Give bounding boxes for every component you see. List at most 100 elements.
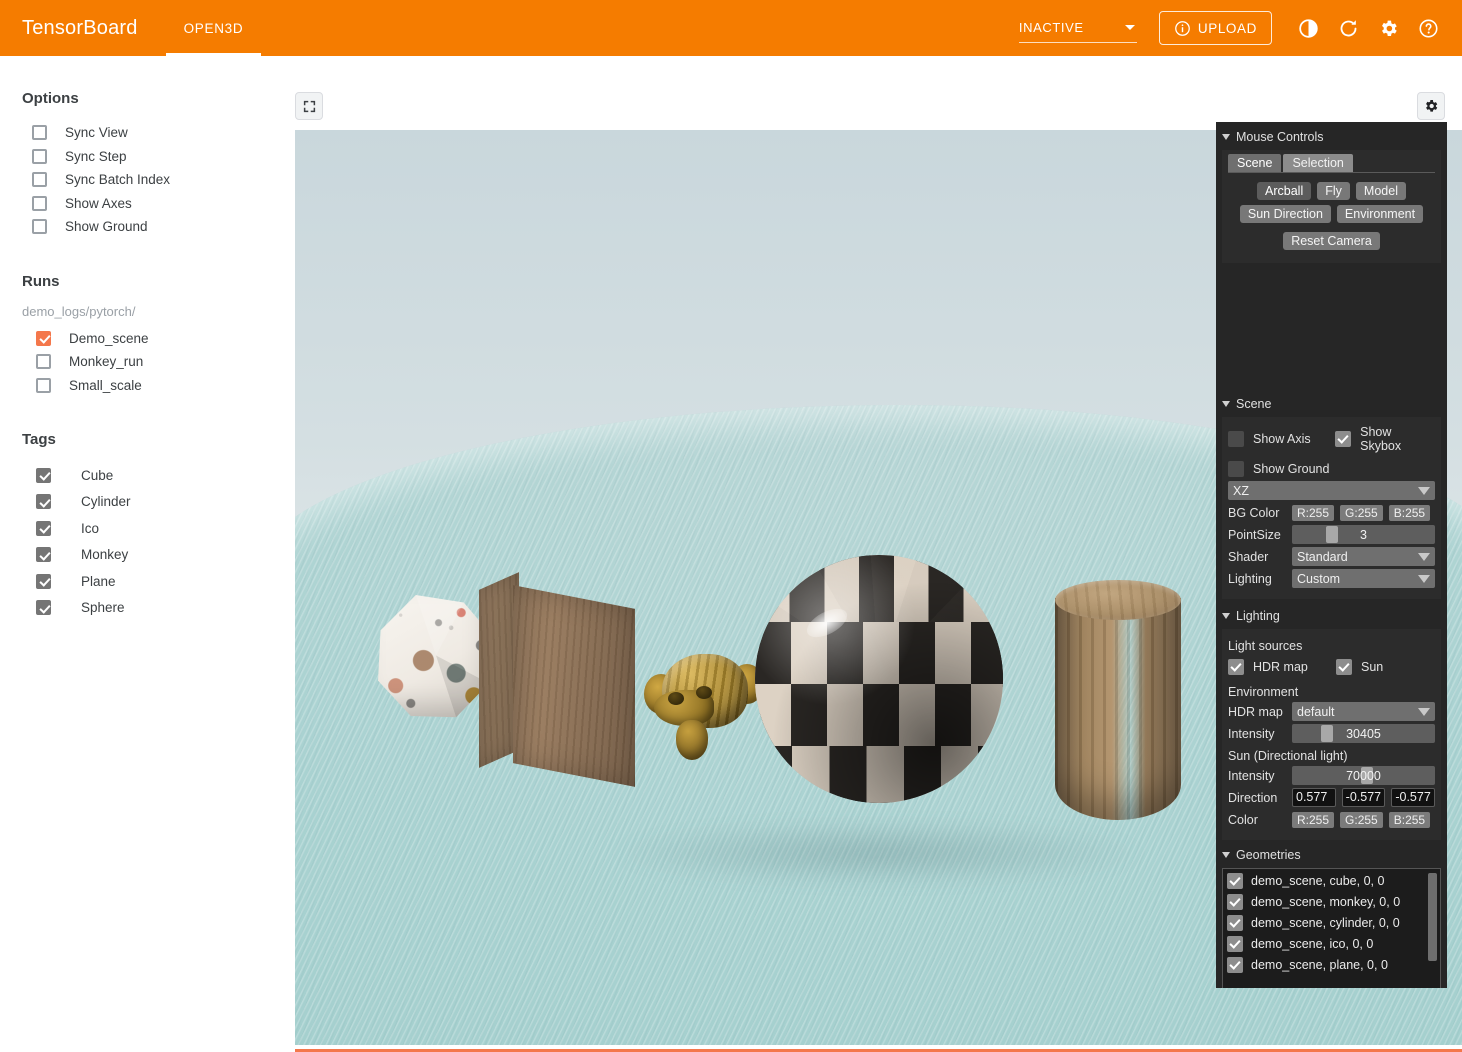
checkbox-geometry-monkey[interactable]: [1227, 894, 1243, 910]
checkbox-geometry-cube[interactable]: [1227, 873, 1243, 889]
geometry-list-item-ico[interactable]: demo_scene, ico, 0, 0: [1227, 936, 1440, 952]
geometry-cube[interactable]: [479, 565, 645, 787]
collapse-triangle-icon: [1222, 401, 1230, 407]
viewer-settings-button[interactable]: [1417, 92, 1445, 120]
ground-plane-dropdown[interactable]: XZ: [1228, 481, 1435, 500]
tag-item-cube[interactable]: Cube: [36, 462, 280, 489]
checkbox-tag-cylinder[interactable]: [36, 494, 51, 510]
toggle-show-axis[interactable]: Show Axis: [1228, 431, 1335, 447]
run-status-dropdown[interactable]: INACTIVE: [1018, 13, 1137, 43]
sun-color-r-field[interactable]: R:255: [1292, 811, 1335, 828]
geometry-list-item-cube[interactable]: demo_scene, cube, 0, 0: [1227, 873, 1440, 889]
geometry-list-item-plane[interactable]: demo_scene, plane, 0, 0: [1227, 957, 1440, 973]
nav-mode-arcball-button[interactable]: Arcball: [1257, 182, 1312, 200]
section-header-lighting[interactable]: Lighting: [1222, 607, 1447, 625]
point-size-slider[interactable]: 3: [1292, 525, 1435, 544]
brightness-toggle-button[interactable]: [1288, 8, 1328, 48]
checkbox-run-monkey-run[interactable]: [36, 354, 51, 370]
checkbox-run-small-scale[interactable]: [36, 377, 51, 393]
light-mode-environment-button[interactable]: Environment: [1336, 205, 1424, 223]
tab-scene[interactable]: Scene: [1228, 154, 1282, 172]
tag-label: Cylinder: [81, 494, 131, 510]
checkbox-sun[interactable]: [1336, 659, 1352, 675]
nav-mode-fly-button[interactable]: Fly: [1317, 182, 1350, 200]
lighting-profile-dropdown[interactable]: Custom: [1292, 569, 1435, 588]
bg-color-r-field[interactable]: R:255: [1292, 504, 1335, 521]
checkbox-show-ground[interactable]: [32, 219, 47, 235]
geometry-item-label: demo_scene, monkey, 0, 0: [1251, 895, 1401, 909]
checkbox-show-ground[interactable]: [1228, 461, 1244, 477]
geometry-sphere-checker[interactable]: [755, 555, 1003, 803]
bg-color-b-field[interactable]: B:255: [1388, 504, 1431, 521]
section-header-mouse-controls[interactable]: Mouse Controls: [1222, 128, 1447, 146]
option-show-ground[interactable]: Show Ground: [32, 215, 280, 239]
geometry-list-item-monkey[interactable]: demo_scene, monkey, 0, 0: [1227, 894, 1440, 910]
checkbox-tag-ico[interactable]: [36, 520, 51, 536]
toggle-show-ground[interactable]: Show Ground: [1228, 461, 1435, 477]
sun-direction-z-field[interactable]: -0.577: [1391, 788, 1436, 807]
refresh-button[interactable]: [1328, 8, 1368, 48]
checkbox-tag-cube[interactable]: [36, 467, 51, 483]
checkbox-show-axes[interactable]: [32, 195, 47, 211]
option-sync-view[interactable]: Sync View: [32, 121, 280, 145]
checkbox-sync-view[interactable]: [32, 125, 47, 141]
tag-item-monkey[interactable]: Monkey: [36, 542, 280, 569]
checkbox-show-axis[interactable]: [1228, 431, 1244, 447]
tab-selection[interactable]: Selection: [1283, 154, 1353, 172]
checkbox-geometry-ico[interactable]: [1227, 936, 1243, 952]
checkbox-tag-monkey[interactable]: [36, 547, 51, 563]
geometry-monkey-suzanne[interactable]: [644, 640, 770, 770]
settings-button[interactable]: [1368, 8, 1408, 48]
geometries-list[interactable]: demo_scene, cube, 0, 0 demo_scene, monke…: [1222, 868, 1441, 988]
section-header-geometries[interactable]: Geometries: [1222, 846, 1447, 864]
checkbox-geometry-cylinder[interactable]: [1227, 915, 1243, 931]
help-button[interactable]: [1408, 8, 1448, 48]
geometries-scrollbar[interactable]: [1428, 873, 1437, 961]
hdr-map-dropdown[interactable]: default: [1292, 702, 1435, 721]
env-intensity-slider[interactable]: 30405: [1292, 724, 1435, 743]
checkbox-show-skybox[interactable]: [1335, 431, 1352, 447]
run-item-monkey-run[interactable]: Monkey_run: [36, 350, 280, 374]
option-label: Show Axes: [65, 195, 132, 211]
option-show-axes[interactable]: Show Axes: [32, 192, 280, 216]
tag-item-sphere[interactable]: Sphere: [36, 595, 280, 622]
checkbox-geometry-plane[interactable]: [1227, 957, 1243, 973]
light-mode-sun-direction-button[interactable]: Sun Direction: [1239, 205, 1331, 223]
checkbox-tag-plane[interactable]: [36, 573, 51, 589]
slider-thumb[interactable]: [1320, 725, 1333, 742]
checkbox-hdr-map[interactable]: [1228, 659, 1244, 675]
toggle-sun-light[interactable]: Sun: [1336, 659, 1383, 675]
slider-thumb[interactable]: [1326, 526, 1339, 543]
geometry-cylinder[interactable]: [1055, 580, 1181, 830]
toggle-show-skybox[interactable]: Show Skybox: [1335, 425, 1435, 453]
checkbox-run-demo-scene[interactable]: [36, 330, 51, 346]
reset-camera-row: Reset Camera: [1228, 232, 1435, 250]
run-item-small-scale[interactable]: Small_scale: [36, 374, 280, 398]
tag-item-cylinder[interactable]: Cylinder: [36, 489, 280, 516]
tag-item-ico[interactable]: Ico: [36, 515, 280, 542]
geometry-list-item-cylinder[interactable]: demo_scene, cylinder, 0, 0: [1227, 915, 1440, 931]
sun-intensity-slider[interactable]: 70000: [1292, 766, 1435, 785]
run-item-demo-scene[interactable]: Demo_scene: [36, 327, 280, 351]
fullscreen-button[interactable]: [295, 92, 323, 120]
upload-button[interactable]: UPLOAD: [1158, 11, 1272, 45]
nav-mode-model-button[interactable]: Model: [1355, 182, 1406, 200]
checkbox-tag-sphere[interactable]: [36, 600, 51, 616]
sun-color-g-field[interactable]: G:255: [1340, 811, 1383, 828]
checkbox-sync-batch-index[interactable]: [32, 172, 47, 188]
shader-dropdown[interactable]: Standard: [1292, 547, 1435, 566]
sun-direction-x-field[interactable]: 0.577: [1292, 788, 1336, 807]
tag-item-plane[interactable]: Plane: [36, 568, 280, 595]
reset-camera-button[interactable]: Reset Camera: [1283, 232, 1380, 250]
tab-open3d[interactable]: OPEN3D: [165, 0, 262, 56]
bg-color-g-field[interactable]: G:255: [1340, 504, 1383, 521]
lighting-profile-value: Custom: [1297, 571, 1341, 586]
toggle-hdr-map-light[interactable]: HDR map: [1228, 659, 1336, 675]
option-sync-step[interactable]: Sync Step: [32, 145, 280, 169]
section-header-scene[interactable]: Scene: [1222, 395, 1447, 413]
sun-color-b-field[interactable]: B:255: [1388, 811, 1431, 828]
left-sidebar: Options Sync View Sync Step Sync Batch I…: [0, 56, 280, 1018]
checkbox-sync-step[interactable]: [32, 148, 47, 164]
option-sync-batch-index[interactable]: Sync Batch Index: [32, 168, 280, 192]
sun-direction-y-field[interactable]: -0.577: [1341, 788, 1386, 807]
